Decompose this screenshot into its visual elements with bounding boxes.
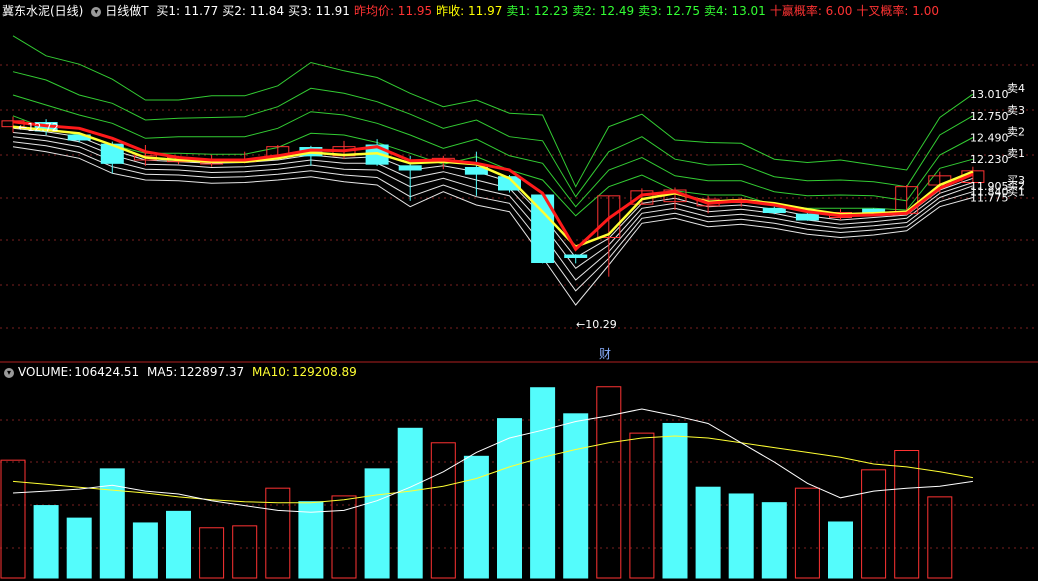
price-label-2: 12.490	[970, 132, 1009, 145]
volume-bar-16	[530, 387, 556, 579]
ma10-value: 129208.89	[291, 365, 357, 379]
volume-ma5-line	[12, 408, 973, 513]
price-label-name-0: 卖4	[1007, 82, 1025, 95]
volume-bar-17	[563, 413, 589, 579]
volume-bar-0	[0, 459, 26, 579]
red-line	[12, 120, 974, 252]
sell-band-line-2	[12, 94, 974, 208]
price-label-3: 12.230	[970, 153, 1009, 166]
ma5-label: MA5:	[147, 365, 178, 379]
volume-bar-19	[629, 432, 655, 579]
volume-bar-6	[199, 527, 225, 579]
price-label-0: 13.010	[970, 88, 1009, 101]
ma5-value: 122897.37	[179, 365, 245, 379]
price-label-name-1: 卖3	[1007, 104, 1025, 117]
volume-bar-24	[794, 487, 820, 579]
stock-chart[interactable]: 13.010卖412.750卖312.490卖212.230卖111.905买3…	[0, 0, 1038, 581]
volume-bar-25	[828, 521, 853, 579]
volume-bar-21	[695, 486, 721, 579]
volume-bar-23	[761, 502, 787, 579]
volume-label: VOLUME:	[18, 365, 73, 379]
finance-marker: 财	[599, 347, 611, 361]
candle-body-24	[795, 213, 819, 221]
volume-bar-7	[232, 525, 258, 579]
volume-bar-1	[33, 505, 59, 579]
price-label-1: 12.750	[970, 110, 1009, 123]
volume-panel-header: ▾ VOLUME: 106424.51 MA5: 122897.37 MA10: 129…	[4, 364, 361, 380]
chevron-down-icon[interactable]: ▾	[4, 368, 14, 378]
volume-bar-12	[397, 427, 423, 579]
sell-band-line-3	[12, 71, 974, 198]
volume-bar-5	[166, 510, 191, 579]
volume-value: 106424.51	[74, 365, 140, 379]
price-label-name-2: 卖2	[1007, 126, 1025, 139]
price-label-name-6: 买1	[1007, 186, 1025, 199]
volume-bar-11	[364, 468, 390, 579]
volume-bar-2	[66, 517, 92, 579]
volume-bar-22	[728, 493, 754, 579]
volume-bar-26	[861, 469, 887, 579]
low-price-label: ←10.29	[576, 318, 617, 331]
candle-body-23	[762, 207, 786, 213]
volume-bar-4	[132, 522, 158, 579]
candle-body-12	[398, 165, 422, 171]
volume-bar-8	[265, 487, 291, 579]
price-label-6: 11.775	[970, 192, 1009, 205]
volume-bar-14	[463, 455, 489, 579]
volume-bar-28	[927, 496, 953, 579]
volume-bar-15	[497, 418, 522, 579]
volume-bar-27	[894, 450, 920, 579]
ma10-label: MA10:	[252, 365, 290, 379]
high-price-label: ←12.72	[18, 121, 59, 134]
candle-body-17	[564, 254, 588, 258]
volume-bar-20	[662, 422, 688, 579]
price-label-name-3: 卖1	[1007, 147, 1025, 160]
yellow-line	[12, 125, 974, 249]
volume-bar-9	[298, 501, 324, 579]
volume-bar-13	[430, 442, 456, 579]
